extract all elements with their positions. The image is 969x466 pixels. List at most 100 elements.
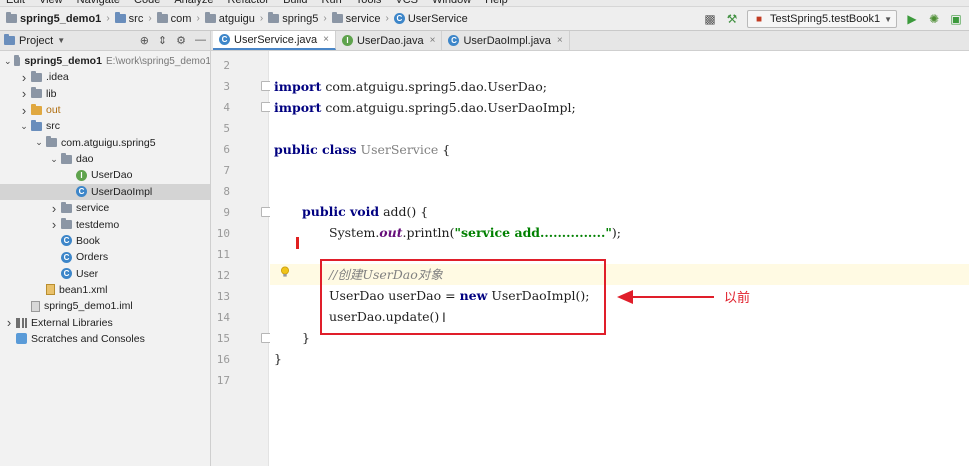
tree-item[interactable]: › testdemo <box>0 217 210 233</box>
tree-item[interactable]: › service <box>0 200 210 216</box>
project-structure-icon[interactable]: ▩ <box>703 12 717 26</box>
breadcrumb-item[interactable]: service <box>330 12 383 25</box>
tree-item[interactable]: I UserDao <box>0 167 210 183</box>
project-panel-header: Project ▼ ⊕ ⇕ ⚙ — <box>0 31 211 51</box>
tree-item[interactable]: C UserDaoImpl <box>0 183 210 200</box>
menu-item[interactable]: Analyze <box>174 0 213 6</box>
annotation-arrow-icon <box>617 290 714 304</box>
tree-item[interactable]: Scratches and Consoles <box>0 331 210 347</box>
line-number: 16 <box>216 353 230 366</box>
build-hammer-icon[interactable]: ⚒ <box>725 12 739 26</box>
collapse-all-icon[interactable]: ⇕ <box>158 34 167 47</box>
tree-item[interactable]: ⌄ dao <box>0 151 210 167</box>
breadcrumb-item[interactable]: com <box>155 12 194 25</box>
tree-item[interactable]: ⌄ src <box>0 118 210 134</box>
menu-item[interactable]: Tools <box>356 0 382 6</box>
chevron-down-icon[interactable]: ▼ <box>57 36 65 45</box>
locate-target-icon[interactable]: ⊕ <box>140 34 149 47</box>
chevron-right-icon[interactable]: › <box>49 217 59 232</box>
editor-tab[interactable]: I UserDao.java × <box>336 31 443 50</box>
chevron-right-icon[interactable]: › <box>49 201 59 216</box>
tree-item[interactable]: bean1.xml <box>0 282 210 298</box>
tree-item[interactable]: C User <box>0 266 210 282</box>
menu-item[interactable]: Edit <box>6 0 25 6</box>
code-line-16: } <box>274 351 282 366</box>
package-icon <box>61 201 72 213</box>
folder-icon <box>31 70 42 82</box>
code-line-3: import com.atguigu.spring5.dao.UserDao; <box>274 79 547 94</box>
chevron-down-icon[interactable]: ⌄ <box>19 121 29 132</box>
tree-item-label: UserDaoImpl <box>91 185 153 198</box>
breadcrumb-label: spring5_demo1 <box>20 12 102 25</box>
menu-item[interactable]: VCS <box>395 0 418 6</box>
editor-tab[interactable]: C UserService.java × <box>213 31 336 50</box>
menu-item[interactable]: Build <box>283 0 307 6</box>
chevron-right-icon[interactable]: › <box>19 86 29 101</box>
debug-icon[interactable]: ✺ <box>927 12 941 26</box>
tree-item-label: lib <box>46 87 57 100</box>
close-icon[interactable]: × <box>323 34 329 45</box>
line-number: 14 <box>216 311 230 324</box>
tree-item-label: com.atguigu.spring5 <box>61 136 156 149</box>
code-line-9: public void add() { <box>302 204 429 219</box>
iml-file-icon <box>31 300 40 312</box>
tree-item-label: bean1.xml <box>59 283 108 296</box>
editor-tab[interactable]: C UserDaoImpl.java × <box>442 31 570 50</box>
folder-icon <box>156 12 168 23</box>
code-line-4: import com.atguigu.spring5.dao.UserDaoIm… <box>274 100 576 115</box>
tree-item[interactable]: ⌄ spring5_demo1 E:\work\spring5_demo1 <box>0 53 211 69</box>
project-panel-title[interactable]: Project <box>19 35 53 47</box>
tree-item[interactable]: › lib <box>0 86 210 102</box>
breadcrumb-item[interactable]: spring5 <box>266 12 320 25</box>
close-icon[interactable]: × <box>430 35 436 46</box>
tree-item[interactable]: C Orders <box>0 249 210 265</box>
menubar-items: Edit View Navigate Code Analyze Refactor Build… <box>6 0 508 6</box>
menu-item[interactable]: Navigate <box>77 0 120 6</box>
breadcrumb-item[interactable]: spring5_demo1 <box>4 12 103 25</box>
menu-item[interactable]: Code <box>134 0 160 6</box>
tree-item[interactable]: › out <box>0 102 210 118</box>
run-configuration-select[interactable]: ■ TestSpring5.testBook1 ▼ <box>747 10 897 28</box>
line-number: 12 <box>216 269 230 282</box>
tree-item-label: out <box>46 104 61 117</box>
lightbulb-icon[interactable] <box>280 266 290 278</box>
gear-icon[interactable]: ⚙ <box>176 34 186 47</box>
menu-item[interactable]: Window <box>432 0 471 6</box>
xml-file-icon <box>46 284 55 296</box>
chevron-right-icon[interactable]: › <box>19 103 29 118</box>
breadcrumb-label: com <box>170 12 192 25</box>
menu-item[interactable]: View <box>39 0 63 6</box>
tree-item-label: spring5_demo1.iml <box>44 300 133 313</box>
chevron-right-icon[interactable]: › <box>19 70 29 85</box>
breadcrumb-item[interactable]: C UserService <box>392 13 470 25</box>
menu-item[interactable]: Run <box>322 0 342 6</box>
coverage-icon[interactable]: ▣ <box>949 12 963 26</box>
close-icon[interactable]: × <box>557 35 563 46</box>
tree-item[interactable]: spring5_demo1.iml <box>0 298 210 314</box>
chevron-down-icon[interactable]: ⌄ <box>34 137 44 148</box>
line-number: 9 <box>223 206 230 219</box>
run-icon[interactable]: ▶ <box>905 12 919 26</box>
chevron-down-icon[interactable]: ⌄ <box>4 56 12 67</box>
tree-item[interactable]: C Book <box>0 233 210 249</box>
menu-item[interactable]: Refactor <box>227 0 269 6</box>
tree-item[interactable]: ⌄ com.atguigu.spring5 <box>0 135 210 151</box>
menu-item[interactable]: Help <box>485 0 508 6</box>
tree-item-label: User <box>76 267 99 280</box>
breadcrumb: spring5_demo1 › src › com › atguigu › spring5 › se… <box>0 12 470 25</box>
chevron-right-icon[interactable]: › <box>4 315 14 330</box>
tree-item[interactable]: › .idea <box>0 69 210 85</box>
line-number: 6 <box>223 143 230 156</box>
line-number: 5 <box>223 122 230 135</box>
hide-panel-icon[interactable]: — <box>195 34 206 47</box>
chevron-down-icon[interactable]: ⌄ <box>49 154 59 165</box>
tree-item-label: .idea <box>46 71 69 84</box>
breadcrumb-item[interactable]: atguigu <box>203 12 257 25</box>
breadcrumb-item[interactable]: src <box>113 12 146 25</box>
module-icon <box>13 54 21 66</box>
breadcrumb-label: UserService <box>407 12 468 25</box>
tree-item[interactable]: › External Libraries <box>0 315 210 331</box>
tree-item-path: E:\work\spring5_demo1 <box>105 55 211 67</box>
breadcrumb-label: spring5 <box>282 12 319 25</box>
editor-tabs: C UserService.java × I UserDao.java × C UserDao… <box>211 31 969 51</box>
